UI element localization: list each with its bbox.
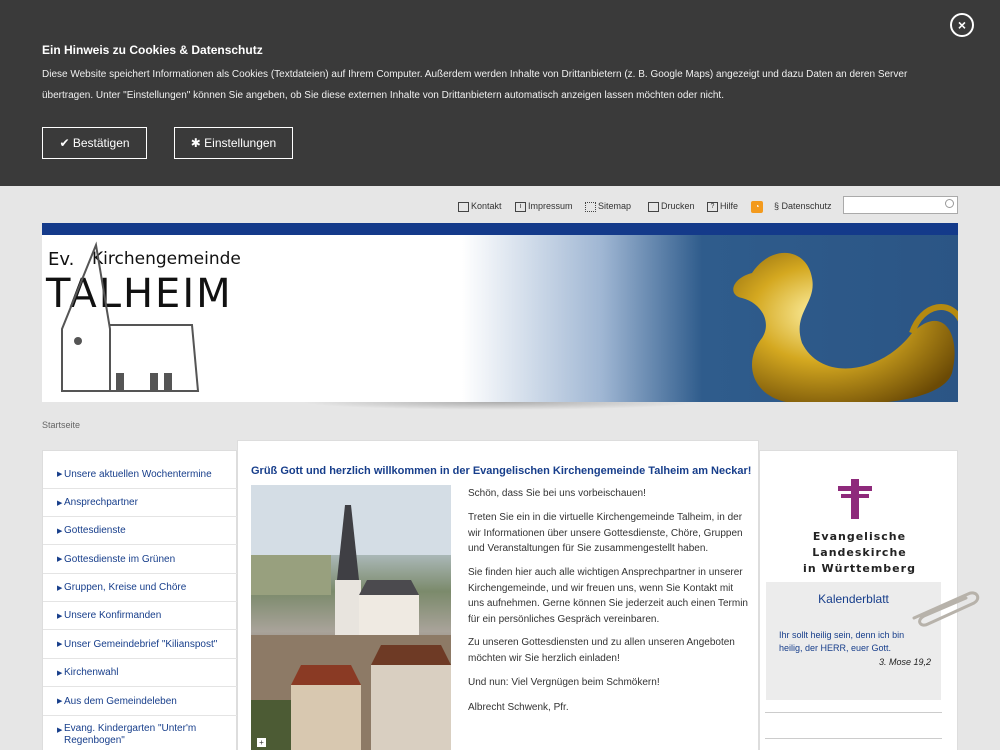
divider [765,712,942,713]
body-text: Sie finden hier auch alle wichtigen Ansp… [468,567,748,625]
check-icon: ✔ [59,136,70,150]
chevron-right-icon: ▶ [57,641,63,648]
search-input[interactable] [843,196,958,214]
body-text: Treten Sie ein in die virtuelle Kircheng… [468,512,743,554]
sidebar-item-gruppen[interactable]: ▶ Gruppen, Kreise und Chöre [43,574,238,602]
sidebar-item-konfirmanden[interactable]: ▶ Unsere Konfirmanden [43,602,238,630]
sidebar-item-label: Ansprechpartner [64,497,138,508]
church-photo[interactable]: + [251,485,451,750]
chevron-right-icon: ▶ [57,698,63,705]
impressum-link[interactable]: i Impressum [515,197,573,215]
header-shadow [300,402,700,410]
chevron-right-icon: ▶ [57,499,63,507]
kalenderblatt-verse: Ihr sollt heilig sein, denn ich bin heil… [779,630,905,653]
sidebar-item-label: Gottesdienste im Grünen [64,553,176,565]
sidebar-item-label: Gruppen, Kreise und Chöre [64,582,187,593]
sidebar-item-label: Evang. Kindergarten "Unter'm Regenbogen" [64,723,197,746]
search-icon[interactable] [945,199,954,208]
rss-icon: ◔ [751,200,763,213]
sidebar-item-label: Gottesdienste [64,525,126,536]
cookie-banner: × Ein Hinweis zu Cookies & Datenschutz D… [0,0,1000,186]
sitemap-label: Sitemap [598,201,632,211]
kontakt-label: Kontakt [471,201,502,211]
sidebar-item-wochentermine[interactable]: ▶ Unsere aktuellen Wochentermine [43,460,238,489]
landeskirche-logo[interactable]: Evangelische Landeskirche in Württemberg [766,529,953,577]
cookie-text: Diese Website speichert Informationen al… [42,69,908,101]
landeskirche-line1: Evangelische Landeskirche [812,530,907,559]
sidebar-item-gottesdienste-gruenen[interactable]: ▶ Gottesdienste im Grünen [43,545,238,574]
impressum-label: Impressum [528,201,573,211]
chevron-right-icon: ▶ [57,527,63,535]
sidebar-item-label: Kirchenwahl [64,667,119,678]
settings-button[interactable]: ✱ Einstellungen [174,127,293,159]
sidebar-item-gemeindeleben[interactable]: ▶ Aus dem Gemeindeleben [43,687,238,716]
help-icon: ? [707,201,718,212]
intro-text: Schön, dass Sie bei uns vorbeischauen! [468,488,646,499]
paperclip-icon [912,591,980,627]
chevron-right-icon: ▶ [57,669,63,677]
sidebar-item-label: Unser Gemeindebrief "Kilianspost" [64,638,218,650]
envelope-icon [458,201,469,212]
sitemap-link[interactable]: Sitemap [585,197,631,215]
drucken-link[interactable]: Drucken [648,197,695,215]
divider [765,738,942,739]
datenschutz-label: § Datenschutz [774,201,832,211]
body-text: Und nun: Viel Vergnügen beim Schmökern! [468,677,660,688]
info-icon: i [515,201,526,212]
sidebar-nav: ▶ Unsere aktuellen Wochentermine ▶ Ansprec… [42,450,238,750]
expand-icon[interactable]: + [257,738,266,747]
chevron-right-icon: ▶ [57,612,63,620]
sidebar-item-kirchenwahl[interactable]: ▶ Kirchenwahl [43,659,238,687]
body-text: Zu unseren Gottesdiensten und zu allen u… [468,637,735,664]
sidebar-item-label: Aus dem Gemeindeleben [64,695,177,707]
church-logo-icon [61,241,200,392]
church-photo-image [251,485,451,750]
kalenderblatt-reference: 3. Mose 19,2 [878,657,931,667]
rooster-image [733,252,958,402]
sidebar-item-ansprechpartner[interactable]: ▶ Ansprechpartner [43,489,238,517]
datenschutz-link[interactable]: § Datenschutz [774,197,832,215]
gear-icon: ✱ [190,136,201,150]
cookie-title: Ein Hinweis zu Cookies & Datenschutz [42,43,263,57]
signature-text: Albrecht Schwenk, Pfr. [468,702,569,713]
rss-link[interactable]: ◔ [751,197,763,215]
chevron-right-icon: ▶ [57,727,63,734]
sidebar-item-kindergarten[interactable]: ▶ Evang. Kindergarten "Unter'm Regenbogen… [43,716,238,750]
sidebar-item-label: Unsere aktuellen Wochentermine [64,468,212,480]
printer-icon [648,201,659,212]
cross-icon [838,479,872,519]
sidebar-item-gottesdienste[interactable]: ▶ Gottesdienste [43,517,238,545]
page-title: Grüß Gott und herzlich willkommen in der… [251,465,752,477]
hilfe-link[interactable]: ? Hilfe [707,197,738,215]
drucken-label: Drucken [661,201,695,211]
chevron-right-icon: ▶ [57,556,63,563]
sidebar-item-gemeindebrief[interactable]: ▶ Unser Gemeindebrief "Kilianspost" [43,630,238,659]
confirm-button[interactable]: ✔ Bestätigen [42,127,147,159]
sitemap-icon [585,201,596,212]
settings-label: Einstellungen [204,136,277,150]
confirm-label: Bestätigen [72,136,130,150]
landeskirche-line2: in Württemberg [803,562,916,575]
sidebar-item-label: Unsere Konfirmanden [64,610,162,621]
hilfe-label: Hilfe [720,201,739,211]
close-icon[interactable]: × [950,13,974,37]
breadcrumb[interactable]: Startseite [42,420,80,430]
chevron-right-icon: ▶ [57,584,63,592]
kontakt-link[interactable]: Kontakt [458,197,502,215]
header-banner: Ev. Kirchengemeinde TALHEIM [42,235,958,402]
header-bar [42,223,958,235]
chevron-right-icon: ▶ [57,471,63,478]
main-content: Grüß Gott und herzlich willkommen in der… [237,440,759,750]
